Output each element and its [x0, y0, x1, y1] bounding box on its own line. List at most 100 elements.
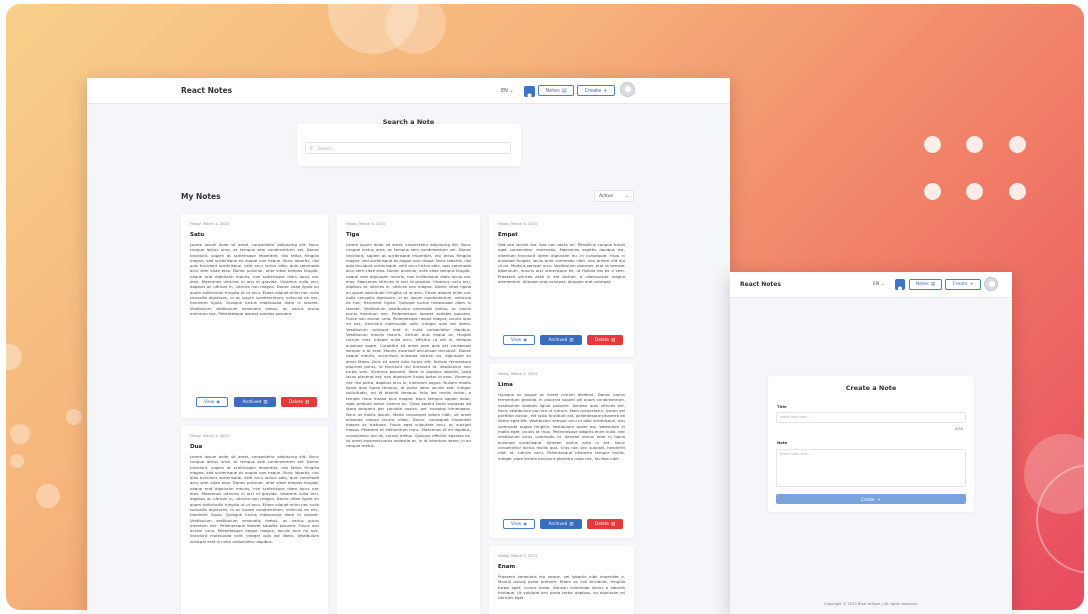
create-nav-button[interactable]: Create + [945, 279, 981, 290]
plus-icon: + [969, 282, 974, 287]
delete-label: Delete [594, 337, 610, 343]
title-char-counter: 0/50 [955, 427, 964, 431]
delete-label: Delete [594, 521, 610, 527]
view-button[interactable]: View ◉ [196, 397, 228, 407]
bokeh-circle [66, 409, 82, 425]
notes-list-window: React Notes EN ⌄ Notes ▤ Create + Search… [87, 78, 730, 614]
bokeh-circle [36, 484, 60, 508]
notes-nav-label: Notes [915, 282, 929, 287]
create-nav-label: Create [584, 87, 602, 94]
dot-grid-decoration [924, 136, 1044, 206]
eye-icon: ◉ [523, 337, 527, 343]
create-nav-label: Create [952, 282, 968, 287]
create-submit-button[interactable]: Create + [776, 494, 966, 504]
delete-button[interactable]: Delete ▥ [281, 397, 317, 407]
note-title: Lima [498, 382, 513, 388]
note-card: Friday, March 3, 2023 Tiga Lorem ipsum d… [337, 214, 480, 614]
archive-icon: ▤ [569, 521, 574, 527]
search-input[interactable]: ⌕ Search... [305, 142, 511, 154]
archive-label: Archived [548, 337, 568, 343]
note-card: Friday, March 3, 2023 Lima Quisque ac au… [489, 364, 634, 538]
archive-button[interactable]: Archived ▤ [234, 397, 276, 407]
eye-icon: ◉ [523, 521, 527, 527]
delete-label: Delete [288, 399, 304, 405]
note-date: Friday, March 3, 2023 [346, 222, 385, 226]
create-nav-button[interactable]: Create + [577, 85, 615, 96]
search-placeholder: Search... [318, 146, 336, 151]
status-filter-select[interactable]: Active ⌄ [594, 190, 634, 202]
note-title: Tiga [346, 232, 360, 238]
archive-icon: ▤ [569, 337, 574, 343]
avatar[interactable] [984, 277, 998, 291]
note-title: Satu [190, 232, 205, 238]
notes-nav-label: Notes [545, 87, 560, 94]
chevron-down-icon: ⌄ [624, 193, 629, 199]
list-icon: ▤ [561, 87, 567, 94]
theme-toggle-button[interactable] [895, 279, 905, 291]
note-body: Sed sed lacinia leo. Sed non porta mi. P… [498, 242, 625, 285]
view-label: View [511, 337, 522, 343]
language-selector[interactable]: EN ⌄ [501, 88, 514, 94]
language-selector[interactable]: EN ⌄ [873, 282, 884, 287]
note-placeholder: Insert note here... [780, 452, 811, 456]
brand-logo[interactable]: React Notes [740, 281, 781, 288]
note-body: Lorem ipsum dolor sit amet, consectetur … [346, 242, 471, 449]
trash-icon: ▥ [305, 399, 310, 405]
brand-logo[interactable]: React Notes [181, 86, 232, 95]
note-title: Empat [498, 232, 518, 238]
sun-icon [527, 93, 532, 98]
archive-button[interactable]: Archived ▤ [540, 335, 582, 345]
trash-icon: ▥ [611, 337, 616, 343]
note-title: Dua [190, 444, 203, 450]
search-title: Search a Note [382, 118, 435, 126]
note-body: Quisque ac augue ac lorem rutrum eleifen… [498, 392, 625, 461]
note-date: Friday, March 3, 2023 [498, 372, 537, 376]
note-card: Friday, March 3, 2023 Empat Sed sed laci… [489, 214, 634, 357]
view-button[interactable]: View ◉ [503, 519, 535, 529]
view-label: View [204, 399, 215, 405]
note-label: Note [777, 440, 788, 445]
bokeh-circle [10, 454, 24, 468]
view-button[interactable]: View ◉ [503, 335, 535, 345]
create-title: Create a Note [845, 384, 897, 392]
language-label: EN [873, 282, 880, 287]
note-title: Enam [498, 564, 516, 570]
note-body: Lorem ipsum dolor sit amet, consectetur … [190, 242, 319, 316]
create-note-window: React Notes EN ⌄ Notes ▤ Create + Create… [730, 272, 1012, 614]
search-icon: ⌕ [310, 145, 313, 151]
theme-toggle-button[interactable] [524, 86, 535, 98]
navbar: React Notes EN ⌄ Notes ▤ Create + [730, 272, 1012, 298]
submit-label: Create [861, 496, 875, 502]
sun-icon [898, 286, 902, 291]
plus-icon: + [603, 87, 608, 94]
delete-button[interactable]: Delete ▥ [587, 335, 623, 345]
language-label: EN [501, 88, 508, 94]
eye-icon: ◉ [216, 399, 220, 405]
notes-nav-button[interactable]: Notes ▤ [538, 85, 574, 96]
notes-nav-button[interactable]: Notes ▤ [909, 279, 942, 290]
avatar[interactable] [620, 82, 635, 97]
bokeh-circle [6, 344, 22, 370]
note-textarea[interactable]: Insert note here... [776, 449, 966, 487]
trash-icon: ▥ [611, 521, 616, 527]
bokeh-circle [10, 424, 30, 444]
delete-button[interactable]: Delete ▥ [587, 519, 623, 529]
plus-icon: + [877, 496, 881, 502]
note-date: Friday, March 3, 2023 [190, 434, 229, 438]
archive-button[interactable]: Archived ▤ [540, 519, 582, 529]
chevron-down-icon: ⌄ [880, 282, 885, 287]
archive-label: Archived [242, 399, 262, 405]
title-input[interactable]: Insert title here... [776, 412, 966, 423]
footer-copyright: Copyright © 2023 Rizal Arfiyan | All rig… [824, 602, 918, 606]
note-body: Praesent venenatis leo neque, vel lobort… [498, 574, 625, 601]
chevron-down-icon: ⌄ [509, 88, 514, 94]
navbar: React Notes EN ⌄ Notes ▤ Create + [87, 78, 730, 104]
archive-icon: ▤ [263, 399, 268, 405]
archive-label: Archived [548, 521, 568, 527]
note-card: Friday, March 3, 2023 Dua Lorem ipsum do… [181, 426, 328, 614]
note-date: Friday, March 3, 2023 [190, 222, 229, 226]
note-date: Friday, March 3, 2023 [498, 554, 537, 558]
list-icon: ▤ [930, 282, 936, 287]
create-note-card [768, 376, 974, 512]
section-title: My Notes [181, 192, 221, 201]
